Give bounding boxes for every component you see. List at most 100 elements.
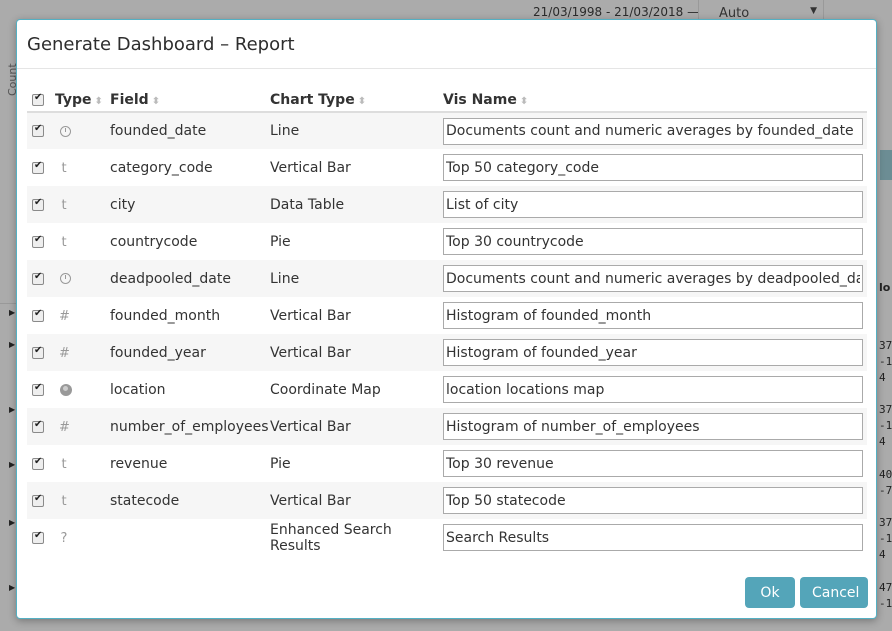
string-icon: t	[61, 234, 67, 250]
table-row: t statecode Vertical Bar	[27, 482, 867, 519]
vis-name-input[interactable]	[443, 154, 863, 181]
string-icon: t	[61, 493, 67, 509]
vis-name-input[interactable]	[443, 117, 863, 145]
vis-name-input[interactable]	[443, 524, 863, 551]
table-cell: 37 -1 4	[879, 516, 892, 561]
expand-row-icon[interactable]: ▶	[9, 405, 15, 414]
number-icon: #	[59, 345, 70, 361]
chart-type: Vertical Bar	[270, 344, 351, 361]
vis-name-input[interactable]	[443, 228, 863, 255]
sort-icon: ⬍	[94, 95, 103, 107]
table-row: t countrycode Pie	[27, 223, 867, 260]
chart-type: Vertical Bar	[270, 492, 351, 509]
row-checkbox[interactable]	[32, 493, 44, 507]
globe-icon	[60, 383, 72, 396]
table-row: founded_date Line	[27, 112, 867, 149]
row-checkbox[interactable]	[32, 271, 44, 285]
table-cell: 37 -1 4	[879, 339, 892, 384]
row-checkbox[interactable]	[32, 308, 44, 322]
table-row: # founded_year Vertical Bar	[27, 334, 867, 371]
chart-type: Vertical Bar	[270, 307, 351, 324]
vis-name-input[interactable]	[443, 413, 863, 440]
field-name: number_of_employees	[110, 418, 269, 435]
string-icon: t	[61, 197, 67, 213]
expand-row-icon[interactable]: ▶	[9, 308, 15, 317]
vis-name-input[interactable]	[443, 487, 863, 514]
string-icon: t	[61, 456, 67, 472]
chart-type: Coordinate Map	[270, 381, 381, 398]
chart-type: Enhanced Search Results	[270, 521, 392, 554]
chart-type: Vertical Bar	[270, 159, 351, 176]
number-icon: #	[59, 308, 70, 324]
column-header-chart-type[interactable]: Chart Type ⬍	[270, 88, 443, 113]
field-name: city	[110, 196, 136, 213]
column-header-field[interactable]: Field ⬍	[110, 88, 270, 113]
table-cell: 47 -1	[879, 581, 892, 610]
table-row: t category_code Vertical Bar	[27, 149, 867, 186]
column-header-vis-name[interactable]: Vis Name ⬍	[443, 88, 867, 113]
row-checkbox[interactable]	[32, 456, 44, 470]
sort-icon: ⬍	[519, 95, 529, 107]
row-checkbox[interactable]	[32, 123, 44, 137]
field-name: deadpooled_date	[110, 270, 231, 287]
row-checkbox[interactable]	[32, 382, 44, 396]
clock-icon	[60, 125, 71, 137]
expand-row-icon[interactable]: ▶	[9, 340, 15, 349]
expand-row-icon[interactable]: ▶	[9, 583, 15, 592]
expand-row-icon[interactable]: ▶	[9, 460, 15, 469]
sort-icon: ⬍	[151, 95, 161, 107]
table-row: ? Enhanced Search Results	[27, 519, 867, 556]
field-name: statecode	[110, 492, 180, 509]
table-row: deadpooled_date Line	[27, 260, 867, 297]
row-checkbox[interactable]	[32, 197, 44, 211]
string-icon: t	[61, 160, 67, 176]
vis-name-input[interactable]	[443, 450, 863, 477]
vis-name-input[interactable]	[443, 376, 863, 403]
field-name: founded_year	[110, 344, 206, 361]
chart-type: Pie	[270, 233, 291, 250]
field-name: founded_date	[110, 123, 207, 139]
vis-name-input[interactable]	[443, 339, 863, 366]
field-name: category_code	[110, 159, 213, 176]
cancel-button[interactable]: Cancel	[800, 577, 868, 608]
table-cell: 37 -1 4	[879, 403, 892, 448]
field-name: location	[110, 381, 166, 398]
chart-type: Data Table	[270, 196, 345, 213]
table-header-row: Type⬍ Field⬍ Chart Type⬍ Vis Name⬍	[27, 88, 867, 113]
sort-icon: ⬍	[357, 95, 367, 107]
fields-table: Type⬍ Field⬍ Chart Type⬍ Vis Name⬍ found…	[27, 88, 867, 556]
number-icon: #	[59, 419, 70, 435]
generate-dashboard-modal: Generate Dashboard – Report Type⬍ Field⬍…	[16, 19, 877, 619]
row-checkbox[interactable]	[32, 530, 44, 544]
table-row: t city Data Table	[27, 186, 867, 223]
table-row: t revenue Pie	[27, 445, 867, 482]
divider	[0, 303, 16, 304]
row-checkbox[interactable]	[32, 419, 44, 433]
table-cell: 40 -7	[879, 468, 892, 497]
field-name: revenue	[110, 455, 168, 472]
row-checkbox[interactable]	[32, 160, 44, 174]
chart-type: Pie	[270, 455, 291, 472]
vis-name-input[interactable]	[443, 265, 863, 292]
vis-name-input[interactable]	[443, 302, 863, 329]
field-name: countrycode	[110, 233, 198, 250]
vis-name-input[interactable]	[443, 191, 863, 218]
row-checkbox[interactable]	[32, 345, 44, 359]
table-row: location Coordinate Map	[27, 371, 867, 408]
chart-type: Line	[270, 123, 300, 139]
chart-type: Line	[270, 270, 300, 287]
histogram-bar	[880, 150, 892, 180]
chevron-down-icon: ▼	[810, 6, 817, 16]
column-header-type[interactable]: Type ⬍	[55, 88, 110, 113]
expand-row-icon[interactable]: ▶	[9, 518, 15, 527]
date-range-label: 21/03/1998 - 21/03/2018 —	[533, 5, 700, 19]
row-checkbox[interactable]	[32, 234, 44, 248]
table-row: # founded_month Vertical Bar	[27, 297, 867, 334]
column-header: lo	[879, 281, 891, 294]
table-row: # number_of_employees Vertical Bar	[27, 408, 867, 445]
modal-title: Generate Dashboard – Report	[27, 34, 295, 55]
ok-button[interactable]: Ok	[745, 577, 795, 608]
chart-type: Vertical Bar	[270, 418, 351, 435]
modal-header: Generate Dashboard – Report	[17, 20, 876, 69]
select-all-checkbox[interactable]	[32, 92, 44, 106]
